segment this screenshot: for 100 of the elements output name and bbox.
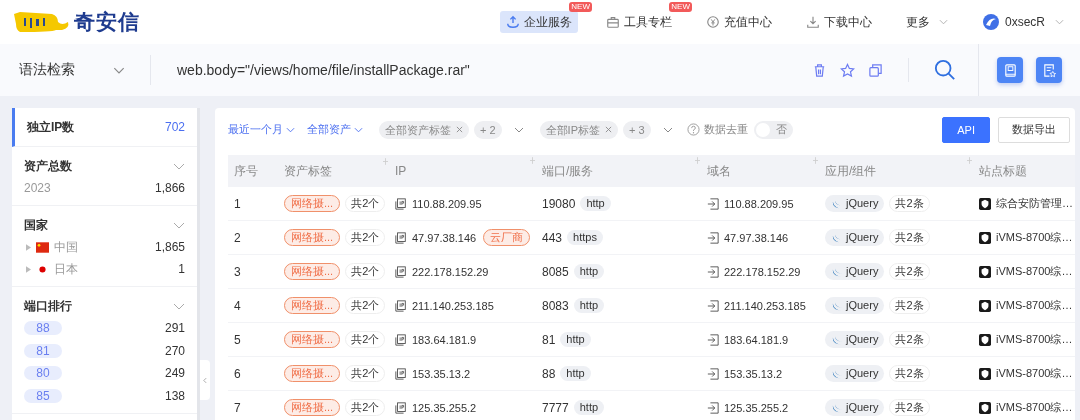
domain-link[interactable]: 183.64.181.9 <box>724 333 789 346</box>
site-title[interactable]: iVMS-8700综… <box>996 366 1073 381</box>
chevron-down-icon[interactable] <box>662 126 673 133</box>
asset-tag: 网络摄... <box>284 365 341 382</box>
cloud-badge: 云厂商 <box>483 229 531 246</box>
chevron-icon[interactable] <box>173 302 185 310</box>
ip-link[interactable]: 222.178.152.29 <box>412 265 489 278</box>
site-title[interactable]: iVMS-8700综… <box>996 264 1073 279</box>
service-tag: http <box>560 366 591 381</box>
new-badge: NEW <box>569 2 592 12</box>
enter-arrow-icon <box>707 367 719 380</box>
column-resize-icon[interactable] <box>530 156 535 164</box>
column-header: 序号 <box>234 162 258 180</box>
export-button[interactable]: 数据导出 <box>998 116 1070 143</box>
copy-icon[interactable] <box>868 62 883 78</box>
flag-icon <box>39 265 46 273</box>
ip-link[interactable]: 153.35.13.2 <box>412 367 471 380</box>
help-icon[interactable] <box>686 123 700 136</box>
app-tag[interactable]: jQuery <box>825 297 885 314</box>
toolbox-icon <box>606 15 620 29</box>
column-resize-icon[interactable] <box>967 156 972 164</box>
document-icon <box>1002 62 1018 78</box>
site-title[interactable]: iVMS-8700综… <box>996 332 1073 347</box>
count: 270 <box>164 343 185 358</box>
count: 1 <box>178 262 185 276</box>
asset-tag: 网络摄... <box>284 399 341 416</box>
favorites-button[interactable] <box>1036 57 1062 83</box>
nav-tab[interactable]: 充值中心 <box>700 11 778 33</box>
chevron-down-icon <box>286 126 295 133</box>
domain-link[interactable]: 211.140.253.185 <box>724 299 806 312</box>
chevron-icon[interactable] <box>173 162 185 170</box>
ip-link[interactable]: 47.97.38.146 <box>412 231 477 244</box>
search-field[interactable]: web.body="/views/home/file/installPackage.rar" <box>150 55 802 85</box>
ip-link[interactable]: 211.140.253.185 <box>412 299 494 312</box>
service-tag: http <box>573 400 605 415</box>
flag-icon <box>36 241 49 253</box>
count: 291 <box>164 321 185 336</box>
domain-link[interactable]: 153.35.13.2 <box>724 367 783 380</box>
app-tag[interactable]: jQuery <box>825 331 885 348</box>
column-resize-icon[interactable] <box>695 156 700 164</box>
star-icon[interactable] <box>840 62 855 78</box>
enter-arrow-icon <box>707 231 719 244</box>
metric-item[interactable]: 独立IP数 702 <box>12 108 197 147</box>
nav-tab[interactable]: 工具专栏 <box>600 11 678 33</box>
row-number: 5 <box>234 332 241 347</box>
asset-tag: 网络摄... <box>284 263 341 280</box>
column-resize-icon[interactable] <box>383 158 388 165</box>
column-header: IP <box>395 164 407 178</box>
count: 1,866 <box>154 181 185 195</box>
app-tag[interactable]: jQuery <box>825 365 885 382</box>
app-tag[interactable]: jQuery <box>825 229 885 246</box>
count: 1,865 <box>154 240 185 254</box>
new-badge: NEW <box>669 2 692 12</box>
more-menu[interactable]: 更多 <box>900 11 954 33</box>
api-button[interactable]: API <box>942 116 990 143</box>
filter-dropdown[interactable]: 最近一个月 <box>228 122 295 137</box>
domain-link[interactable]: 47.97.38.146 <box>724 231 789 244</box>
shield-icon <box>979 299 991 312</box>
shield-icon <box>979 367 991 380</box>
port-number: 81 <box>542 332 556 347</box>
filter-dropdown[interactable]: 全部资产 <box>307 122 363 137</box>
ip-link[interactable]: 183.64.181.9 <box>412 333 477 346</box>
ip-link[interactable]: 125.35.255.2 <box>412 401 477 414</box>
download-icon <box>806 15 820 29</box>
site-title[interactable]: iVMS-8700综… <box>996 298 1073 313</box>
close-icon[interactable] <box>456 126 463 133</box>
row-number: 4 <box>234 298 241 313</box>
service-tag: http <box>560 332 591 347</box>
close-icon[interactable] <box>605 126 612 133</box>
chevron-down-icon[interactable] <box>513 126 524 133</box>
nav-tab[interactable]: 下载中心 <box>800 11 878 33</box>
trash-icon[interactable] <box>812 62 827 78</box>
asset-tag: 网络摄... <box>284 229 341 246</box>
collapse-handle[interactable] <box>200 360 210 400</box>
column-resize-icon[interactable] <box>813 156 818 164</box>
enter-arrow-icon <box>707 197 719 210</box>
brand-name: 奇安信 <box>74 9 140 35</box>
ip-icon <box>395 231 407 244</box>
search-mode-select[interactable]: 语法检索 <box>0 44 150 96</box>
shield-icon <box>979 265 991 278</box>
service-tag: http <box>573 264 605 279</box>
nav-tab[interactable]: 企业服务 <box>500 11 578 33</box>
expand-arrow-icon[interactable] <box>26 265 31 273</box>
app-tag[interactable]: jQuery <box>825 399 885 416</box>
app-tag[interactable]: jQuery <box>825 195 885 212</box>
shield-icon <box>979 197 991 210</box>
domain-link[interactable]: 222.178.152.29 <box>724 265 801 278</box>
chevron-icon[interactable] <box>173 221 185 229</box>
site-title[interactable]: iVMS-8700综… <box>996 400 1073 415</box>
row-number: 1 <box>234 196 241 211</box>
expand-arrow-icon[interactable] <box>26 243 31 251</box>
ip-link[interactable]: 110.88.209.95 <box>412 197 482 210</box>
document-button[interactable] <box>997 57 1023 83</box>
domain-link[interactable]: 125.35.255.2 <box>724 401 789 414</box>
search-icon[interactable] <box>934 59 956 81</box>
domain-link[interactable]: 110.88.209.95 <box>724 197 794 210</box>
site-title[interactable]: iVMS-8700综… <box>996 230 1073 245</box>
site-title[interactable]: 综合安防管理… <box>996 196 1073 211</box>
app-tag[interactable]: jQuery <box>825 263 885 280</box>
user-menu[interactable]: 0xsecR <box>976 11 1070 33</box>
